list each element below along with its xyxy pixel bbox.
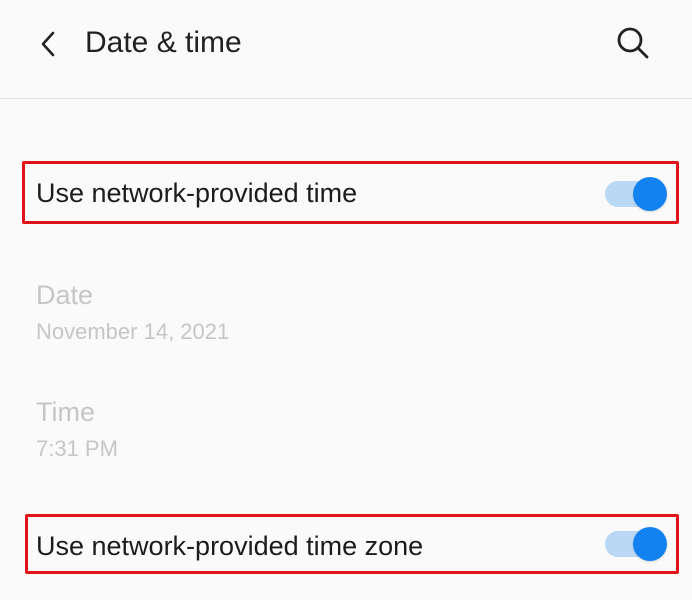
search-button[interactable] <box>610 20 656 66</box>
network-time-label: Use network-provided time <box>36 178 358 208</box>
app-bar: Date & time <box>0 0 692 99</box>
time-row: Time 7:31 PM <box>0 387 692 467</box>
toggle-thumb <box>633 527 667 561</box>
date-value: November 14, 2021 <box>36 319 230 344</box>
page-title: Date & time <box>85 26 242 59</box>
toggle-thumb <box>633 177 667 211</box>
time-label: Time <box>36 397 95 427</box>
network-time-row[interactable]: Use network-provided time <box>0 160 692 226</box>
back-button[interactable] <box>26 22 70 66</box>
time-value: 7:31 PM <box>36 436 118 461</box>
search-icon <box>617 27 649 59</box>
date-label: Date <box>36 280 94 310</box>
network-time-zone-label: Use network-provided time zone <box>36 531 424 561</box>
date-row: Date November 14, 2021 <box>0 270 692 350</box>
network-time-zone-row[interactable]: Use network-provided time zone <box>0 513 692 579</box>
chevron-left-icon <box>41 31 55 57</box>
network-time-toggle[interactable] <box>605 177 667 211</box>
network-time-zone-toggle[interactable] <box>605 527 667 561</box>
